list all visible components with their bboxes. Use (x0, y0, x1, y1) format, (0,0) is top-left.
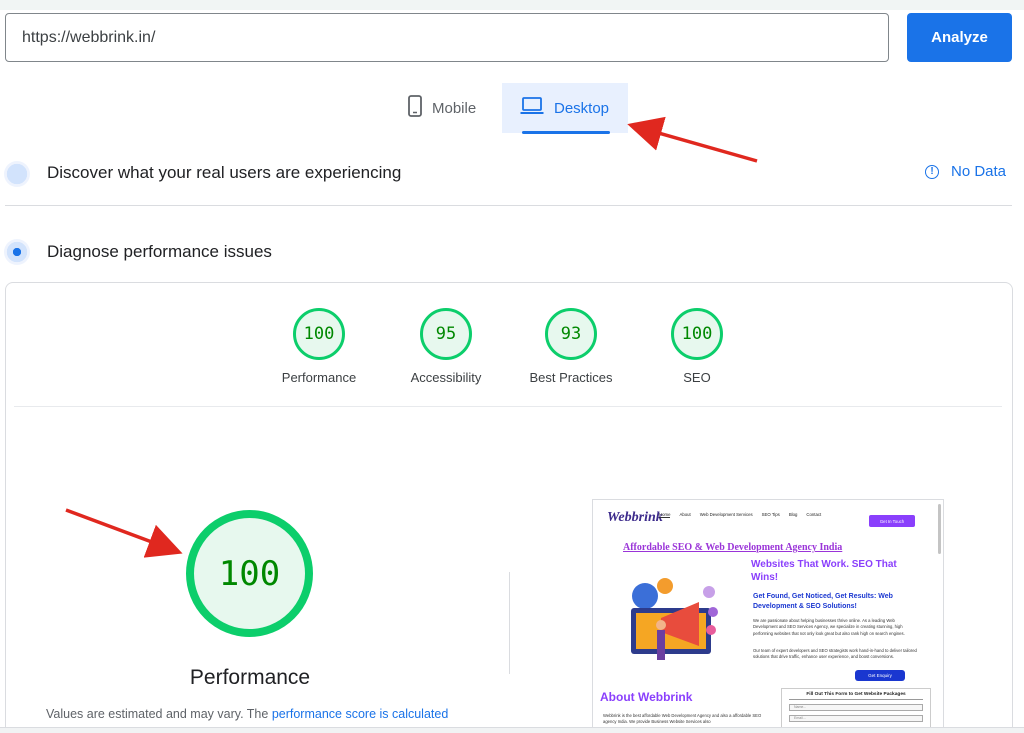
tab-desktop-label: Desktop (554, 99, 610, 117)
card-divider (14, 406, 1002, 407)
page-screenshot: Webbrink Home About Web Development Serv… (592, 499, 944, 733)
gauge-performance-score: 100 (293, 308, 345, 360)
site-enquiry-button: Get Enquiry (855, 670, 905, 681)
site-nav: Home About Web Development Services SEO … (659, 512, 821, 518)
gauge-seo-score: 100 (671, 308, 723, 360)
no-data-status[interactable]: ! No Data (925, 163, 1006, 180)
site-hero-illustration (631, 578, 718, 660)
score-calculated-link[interactable]: performance score is calculated (272, 707, 448, 721)
red-arrow-icon (627, 116, 758, 163)
section-divider (5, 205, 1012, 206)
no-data-label: No Data (951, 163, 1007, 180)
site-nav-item: Blog (788, 512, 798, 517)
tab-desktop[interactable]: Desktop (502, 83, 628, 133)
tab-mobile-label: Mobile (432, 99, 477, 117)
site-subheadline: Get Found, Get Noticed, Get Results: Web… (753, 593, 893, 610)
gauge-seo[interactable]: 100 SEO (647, 308, 747, 385)
gauge-performance[interactable]: 100 Performance (269, 308, 369, 385)
tab-desktop-underline (522, 131, 610, 134)
analyze-button[interactable]: Analyze (907, 13, 1012, 62)
gauge-best-practices[interactable]: 93 Best Practices (521, 308, 621, 385)
site-nav-item: Home (659, 512, 671, 518)
site-about-heading: About Webbrink (600, 690, 693, 704)
estimate-text: Values are estimated and may vary. The (46, 707, 272, 721)
bottom-bar (0, 727, 1024, 733)
site-nav-item: Web Development Services (699, 512, 753, 517)
tab-mobile[interactable]: Mobile (398, 83, 498, 133)
site-nav-item: About (679, 512, 691, 517)
info-icon: ! (925, 164, 939, 179)
lab-data-icon (4, 239, 30, 265)
site-headline: Websites That Work. SEO That Wins! (751, 559, 897, 583)
main-performance-label: Performance (189, 666, 311, 689)
gauge-seo-label: SEO (683, 370, 711, 385)
gauge-accessibility[interactable]: 95 Accessibility (396, 308, 496, 385)
diagnose-title: Diagnose performance issues (47, 242, 272, 261)
gauge-performance-label: Performance (281, 370, 357, 385)
mobile-phone-icon (408, 95, 422, 121)
site-nav-item: Contact (806, 512, 822, 517)
vertical-divider (509, 572, 510, 674)
screenshot-scrollbar (938, 504, 941, 554)
site-paragraph: We are passionate about helping business… (753, 618, 905, 636)
top-strip (0, 0, 1024, 10)
site-cta: Get In Touch (869, 515, 915, 527)
site-form-field: Email... (789, 715, 923, 722)
gauge-best-practices-label: Best Practices (529, 370, 613, 385)
site-agency-heading: Affordable SEO & Web Development Agency … (623, 542, 843, 553)
field-data-icon (4, 161, 30, 187)
site-paragraph: Our team of expert developers and SEO st… (753, 648, 917, 660)
site-form-field: Name... (789, 704, 923, 711)
site-about-text: Webbrink is the best affordable Web Deve… (603, 713, 762, 725)
gauge-accessibility-label: Accessibility (410, 370, 482, 385)
site-logo: Webbrink (607, 510, 663, 525)
main-performance-gauge: 100 (186, 510, 313, 637)
url-input[interactable] (5, 13, 889, 62)
gauge-accessibility-score: 95 (420, 308, 472, 360)
real-users-title: Discover what your real users are experi… (47, 163, 402, 182)
site-nav-item: SEO Tips (761, 512, 780, 517)
laptop-icon (520, 97, 544, 119)
estimate-note: Values are estimated and may vary. The p… (46, 707, 448, 721)
site-form-title: Fill Out This Form to Get Website Packag… (789, 692, 923, 700)
gauge-best-practices-score: 93 (545, 308, 597, 360)
